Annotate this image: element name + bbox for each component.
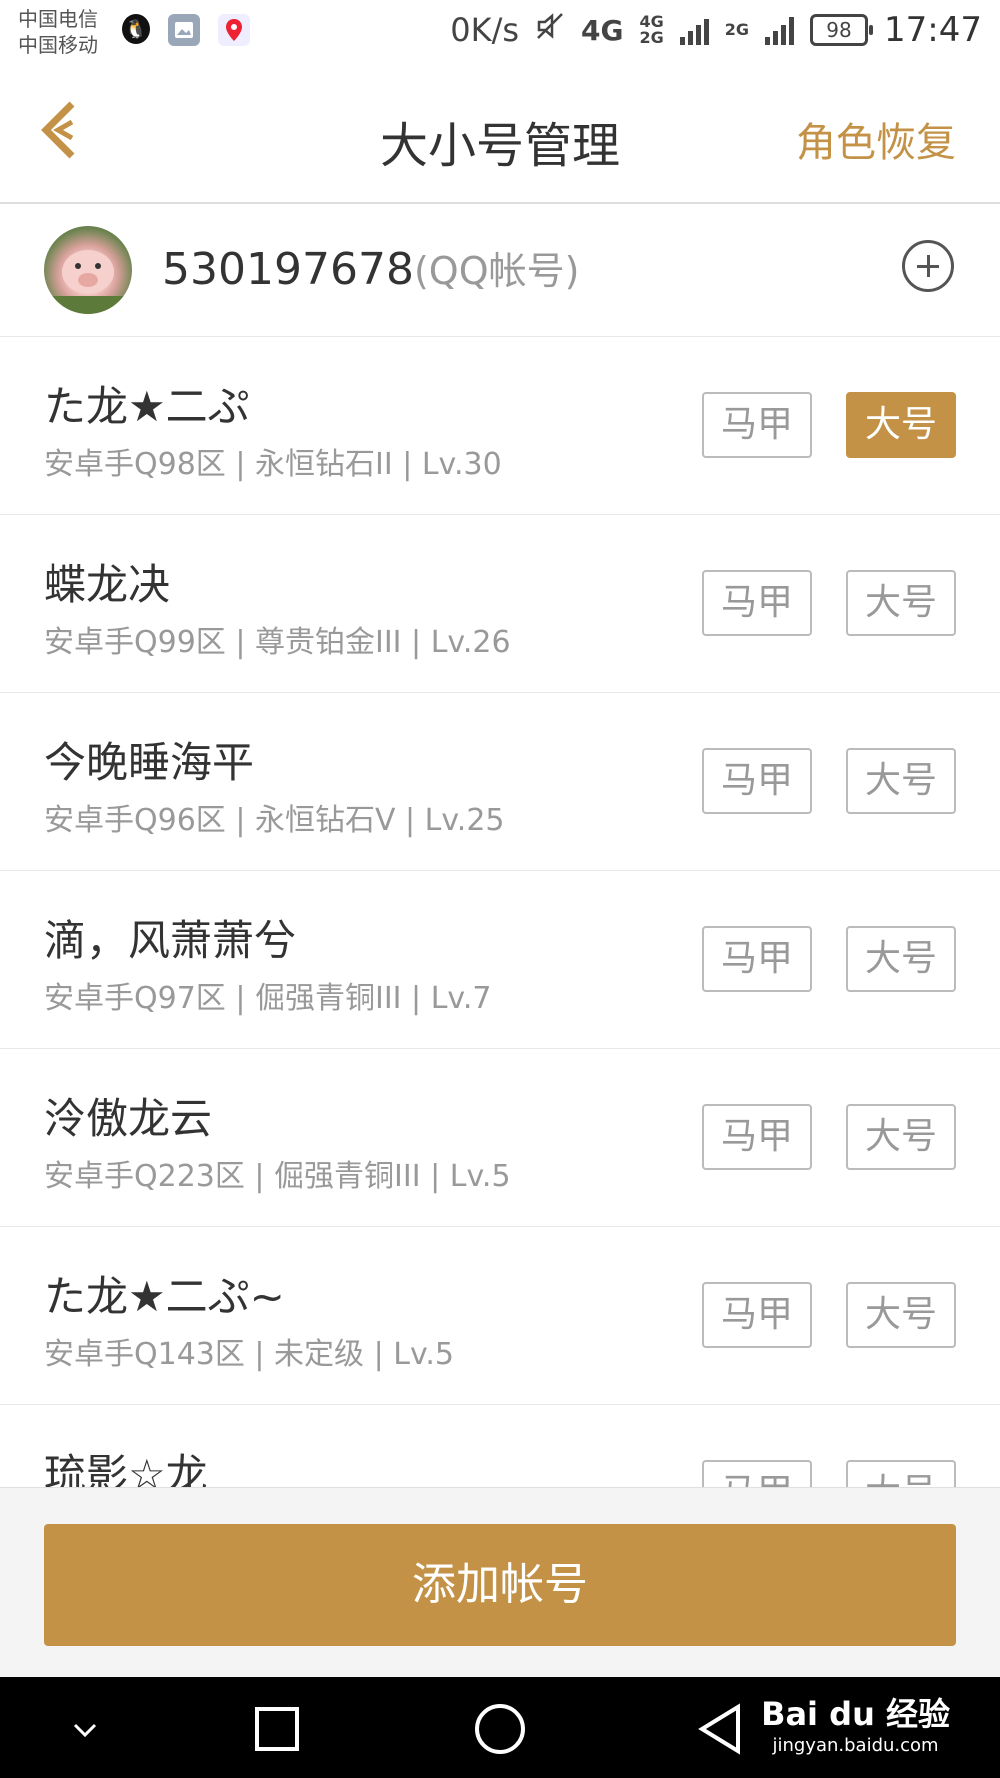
baidu-watermark: Bai du 经验 jingyan.baidu.com	[761, 1689, 950, 1756]
role-name: 蝶龙决	[44, 560, 171, 609]
role-name: 泠傲龙云	[44, 1094, 213, 1143]
network-type: 4G	[581, 13, 624, 47]
set-alt-button[interactable]: 马甲	[702, 392, 812, 458]
set-main-button[interactable]: 大号	[846, 1460, 956, 1487]
set-main-button[interactable]: 大号	[846, 392, 956, 458]
battery-icon: 98	[810, 14, 874, 46]
signal-icon-1	[679, 15, 709, 45]
list-item: た龙★二ぷ 安卓手Q98区 | 永恒钻石II | Lv.30 马甲 大号	[0, 337, 1000, 515]
role-info: 安卓手Q97区 | 倔强青铜III | Lv.7	[44, 981, 492, 1016]
list-item: 泠傲龙云 安卓手Q223区 | 倔强青铜III | Lv.5 马甲 大号	[0, 1049, 1000, 1227]
role-name: 今晚睡海平	[44, 738, 255, 787]
gallery-icon	[168, 14, 200, 46]
signal-label-3: 2G	[724, 20, 750, 39]
account-number-line: 530197678(QQ帐号)	[162, 240, 579, 295]
status-bar: 中国电信 中国移动 🐧 0K/s 4G 4G 2G 2G 98 17:47	[0, 0, 1000, 70]
set-alt-button[interactable]: 马甲	[702, 1460, 812, 1487]
role-name: 滴，风萧萧兮	[44, 916, 297, 965]
set-main-button[interactable]: 大号	[846, 1282, 956, 1348]
recents-icon[interactable]	[247, 1699, 307, 1759]
add-account-button[interactable]: 添加帐号	[44, 1524, 956, 1646]
role-name: た龙★二ぷ	[44, 382, 250, 431]
list-item: 蝶龙决 安卓手Q99区 | 尊贵铂金III | Lv.26 马甲 大号	[0, 515, 1000, 693]
carrier-info: 中国电信 中国移动	[18, 6, 98, 58]
map-icon	[218, 14, 250, 46]
set-alt-button[interactable]: 马甲	[702, 926, 812, 992]
role-info: 安卓手Q98区 | 永恒钻石II | Lv.30	[44, 447, 502, 482]
carrier-1: 中国电信	[18, 7, 98, 31]
back-triangle-icon[interactable]	[692, 1699, 752, 1759]
account-type: (QQ帐号)	[413, 249, 580, 293]
chevron-down-icon[interactable]	[55, 1699, 115, 1759]
clock: 17:47	[884, 10, 982, 50]
set-alt-button[interactable]: 马甲	[702, 1282, 812, 1348]
set-main-button[interactable]: 大号	[846, 1104, 956, 1170]
role-name: 琉影☆龙	[44, 1450, 208, 1487]
role-info: 安卓手Q223区 | 倔强青铜III | Lv.5	[44, 1159, 511, 1194]
status-right: 0K/s 4G 4G 2G 2G 98 17:47	[450, 10, 982, 50]
account-row: 530197678(QQ帐号)	[0, 204, 1000, 337]
notification-icons: 🐧	[122, 14, 250, 46]
list-item: 滴，风萧萧兮 安卓手Q97区 | 倔强青铜III | Lv.7 马甲 大号	[0, 871, 1000, 1049]
mute-icon	[535, 11, 565, 49]
list-item: 琉影☆龙 马甲 大号	[0, 1405, 1000, 1487]
bottom-bar: 添加帐号	[0, 1487, 1000, 1678]
role-info: 安卓手Q96区 | 永恒钻石V | Lv.25	[44, 803, 505, 838]
signal-icon-2	[765, 15, 795, 45]
net-speed: 0K/s	[450, 11, 520, 49]
role-list[interactable]: た龙★二ぷ 安卓手Q98区 | 永恒钻石II | Lv.30 马甲 大号 蝶龙决…	[0, 337, 1000, 1487]
role-info: 安卓手Q143区 | 未定级 | Lv.5	[44, 1337, 454, 1372]
role-restore-button[interactable]: 角色恢复	[796, 110, 956, 168]
qq-icon: 🐧	[122, 14, 150, 44]
set-main-button[interactable]: 大号	[846, 570, 956, 636]
signal-label-2: 2G	[639, 28, 664, 47]
set-main-button[interactable]: 大号	[846, 926, 956, 992]
list-item: 今晚睡海平 安卓手Q96区 | 永恒钻石V | Lv.25 马甲 大号	[0, 693, 1000, 871]
watermark-url: jingyan.baidu.com	[772, 1735, 939, 1756]
carrier-2: 中国移动	[18, 33, 98, 57]
set-alt-button[interactable]: 马甲	[702, 1104, 812, 1170]
list-item: た龙★二ぷ~ 安卓手Q143区 | 未定级 | Lv.5 马甲 大号	[0, 1227, 1000, 1405]
header: 大小号管理 角色恢复	[0, 70, 1000, 204]
set-alt-button[interactable]: 马甲	[702, 570, 812, 636]
role-info: 安卓手Q99区 | 尊贵铂金III | Lv.26	[44, 625, 511, 660]
role-name: た龙★二ぷ~	[44, 1272, 285, 1321]
set-main-button[interactable]: 大号	[846, 748, 956, 814]
plus-circle-icon[interactable]	[902, 240, 954, 292]
account-number: 530197678	[162, 244, 414, 295]
system-nav-bar: Bai du 经验 jingyan.baidu.com	[0, 1677, 1000, 1778]
signal-labels: 4G 2G	[639, 14, 663, 46]
avatar	[44, 226, 132, 314]
set-alt-button[interactable]: 马甲	[702, 748, 812, 814]
home-icon[interactable]	[470, 1699, 530, 1759]
watermark-brand: Bai du 经验	[761, 1695, 950, 1733]
